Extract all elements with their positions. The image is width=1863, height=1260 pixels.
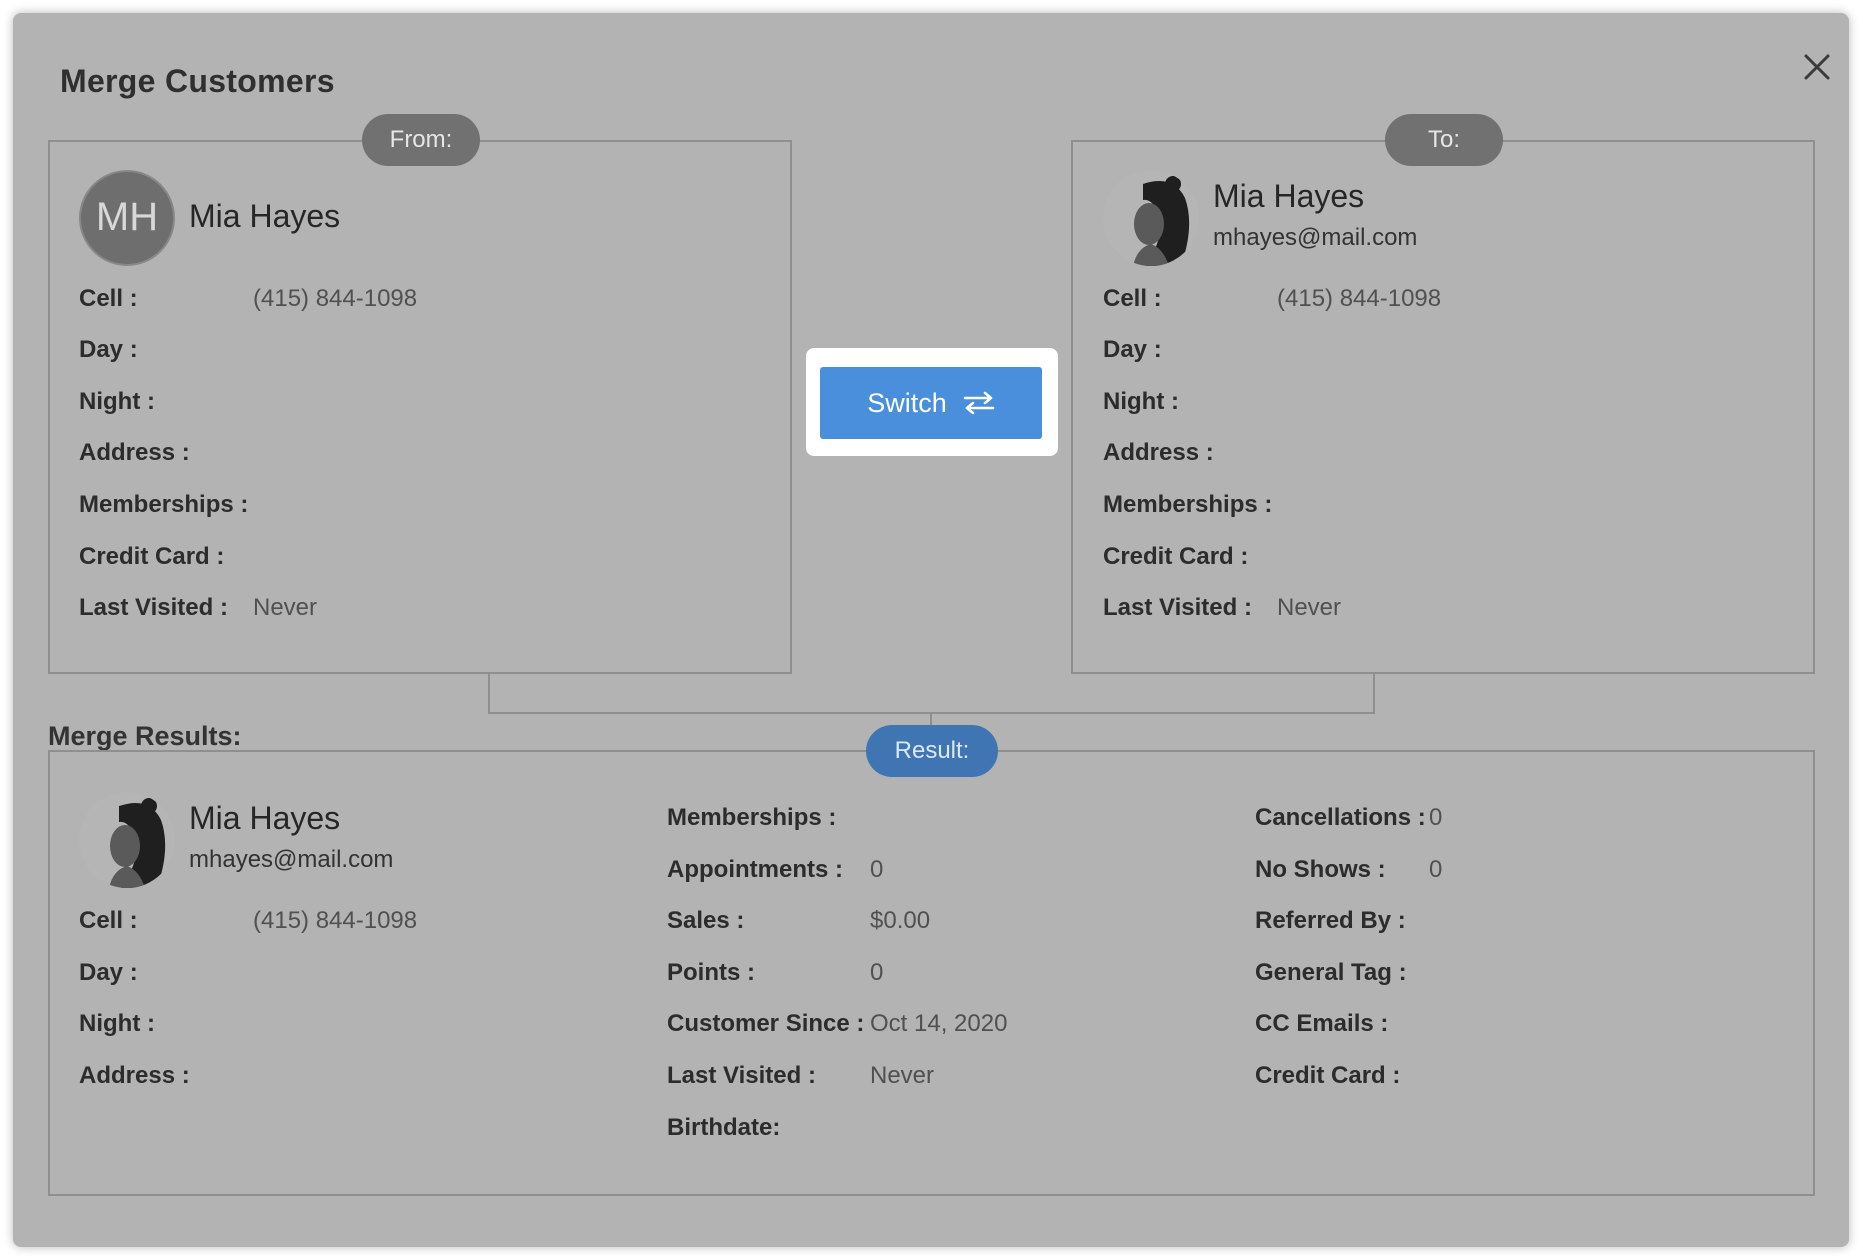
close-icon[interactable] [1803,53,1831,81]
result-value-no-shows: 0 [1429,856,1443,883]
result-value-customer-since: Oct 14, 2020 [870,1010,1008,1037]
swap-arrows-icon [963,391,995,415]
to-label-credit-card: Credit Card : [1103,543,1249,570]
result-label-cancellations: Cancellations : [1255,804,1426,831]
to-value-last-visited: Never [1277,594,1342,621]
to-label-last-visited: Last Visited : [1103,594,1252,621]
result-label-night: Night : [79,1010,155,1037]
result-customer-email: mhayes@mail.com [189,846,394,873]
from-label-cell: Cell : [79,285,138,312]
result-label-birthdate: Birthdate: [667,1114,781,1141]
result-label-address: Address : [79,1062,190,1089]
dialog-title: Merge Customers [60,63,335,99]
from-badge: From: [362,114,480,166]
result-avatar-photo [79,792,175,888]
result-value-cancellations: 0 [1429,804,1443,831]
to-label-day: Day : [1103,336,1162,363]
to-value-cell: (415) 844-1098 [1277,285,1442,312]
from-label-address: Address : [79,439,190,466]
result-label-referred-by: Referred By : [1255,907,1406,934]
result-label-credit-card: Credit Card : [1255,1062,1401,1089]
switch-button-label: Switch [867,387,947,418]
merge-customers-dialog: Merge Customers From: MH Mia Hayes Cell … [13,13,1849,1247]
result-label-no-shows: No Shows : [1255,856,1386,883]
from-label-night: Night : [79,388,155,415]
switch-highlight: Switch [806,348,1058,456]
connector-right-vertical [1373,674,1375,714]
result-label-appointments: Appointments : [667,856,843,883]
to-badge: To: [1385,114,1503,166]
result-customer-name: Mia Hayes [189,800,341,836]
to-customer-email: mhayes@mail.com [1213,224,1418,251]
result-label-memberships: Memberships : [667,804,837,831]
from-label-last-visited: Last Visited : [79,594,228,621]
result-badge: Result: [866,725,998,777]
switch-button[interactable]: Switch [820,367,1042,439]
to-avatar-photo [1103,170,1199,266]
from-value-last-visited: Never [253,594,318,621]
result-value-last-visited: Never [870,1062,935,1089]
to-label-memberships: Memberships : [1103,491,1273,518]
result-value-appointments: 0 [870,856,884,883]
result-label-customer-since: Customer Since : [667,1010,865,1037]
connector-left-vertical [488,674,490,714]
result-label-general-tag: General Tag : [1255,959,1407,986]
result-label-sales: Sales : [667,907,745,934]
to-customer-name: Mia Hayes [1213,178,1365,214]
to-label-cell: Cell : [1103,285,1162,312]
from-customer-name: Mia Hayes [189,198,341,234]
to-label-address: Address : [1103,439,1214,466]
from-label-memberships: Memberships : [79,491,249,518]
merge-results-title: Merge Results: [48,721,242,751]
from-value-cell: (415) 844-1098 [253,285,418,312]
from-avatar: MH [79,170,175,266]
result-label-day: Day : [79,959,138,986]
result-value-sales: $0.00 [870,907,931,934]
result-value-cell: (415) 844-1098 [253,907,418,934]
result-label-cc-emails: CC Emails : [1255,1010,1389,1037]
to-label-night: Night : [1103,388,1179,415]
result-label-points: Points : [667,959,755,986]
result-label-last-visited: Last Visited : [667,1062,816,1089]
result-label-cell: Cell : [79,907,138,934]
from-label-day: Day : [79,336,138,363]
result-value-points: 0 [870,959,884,986]
from-label-credit-card: Credit Card : [79,543,225,570]
